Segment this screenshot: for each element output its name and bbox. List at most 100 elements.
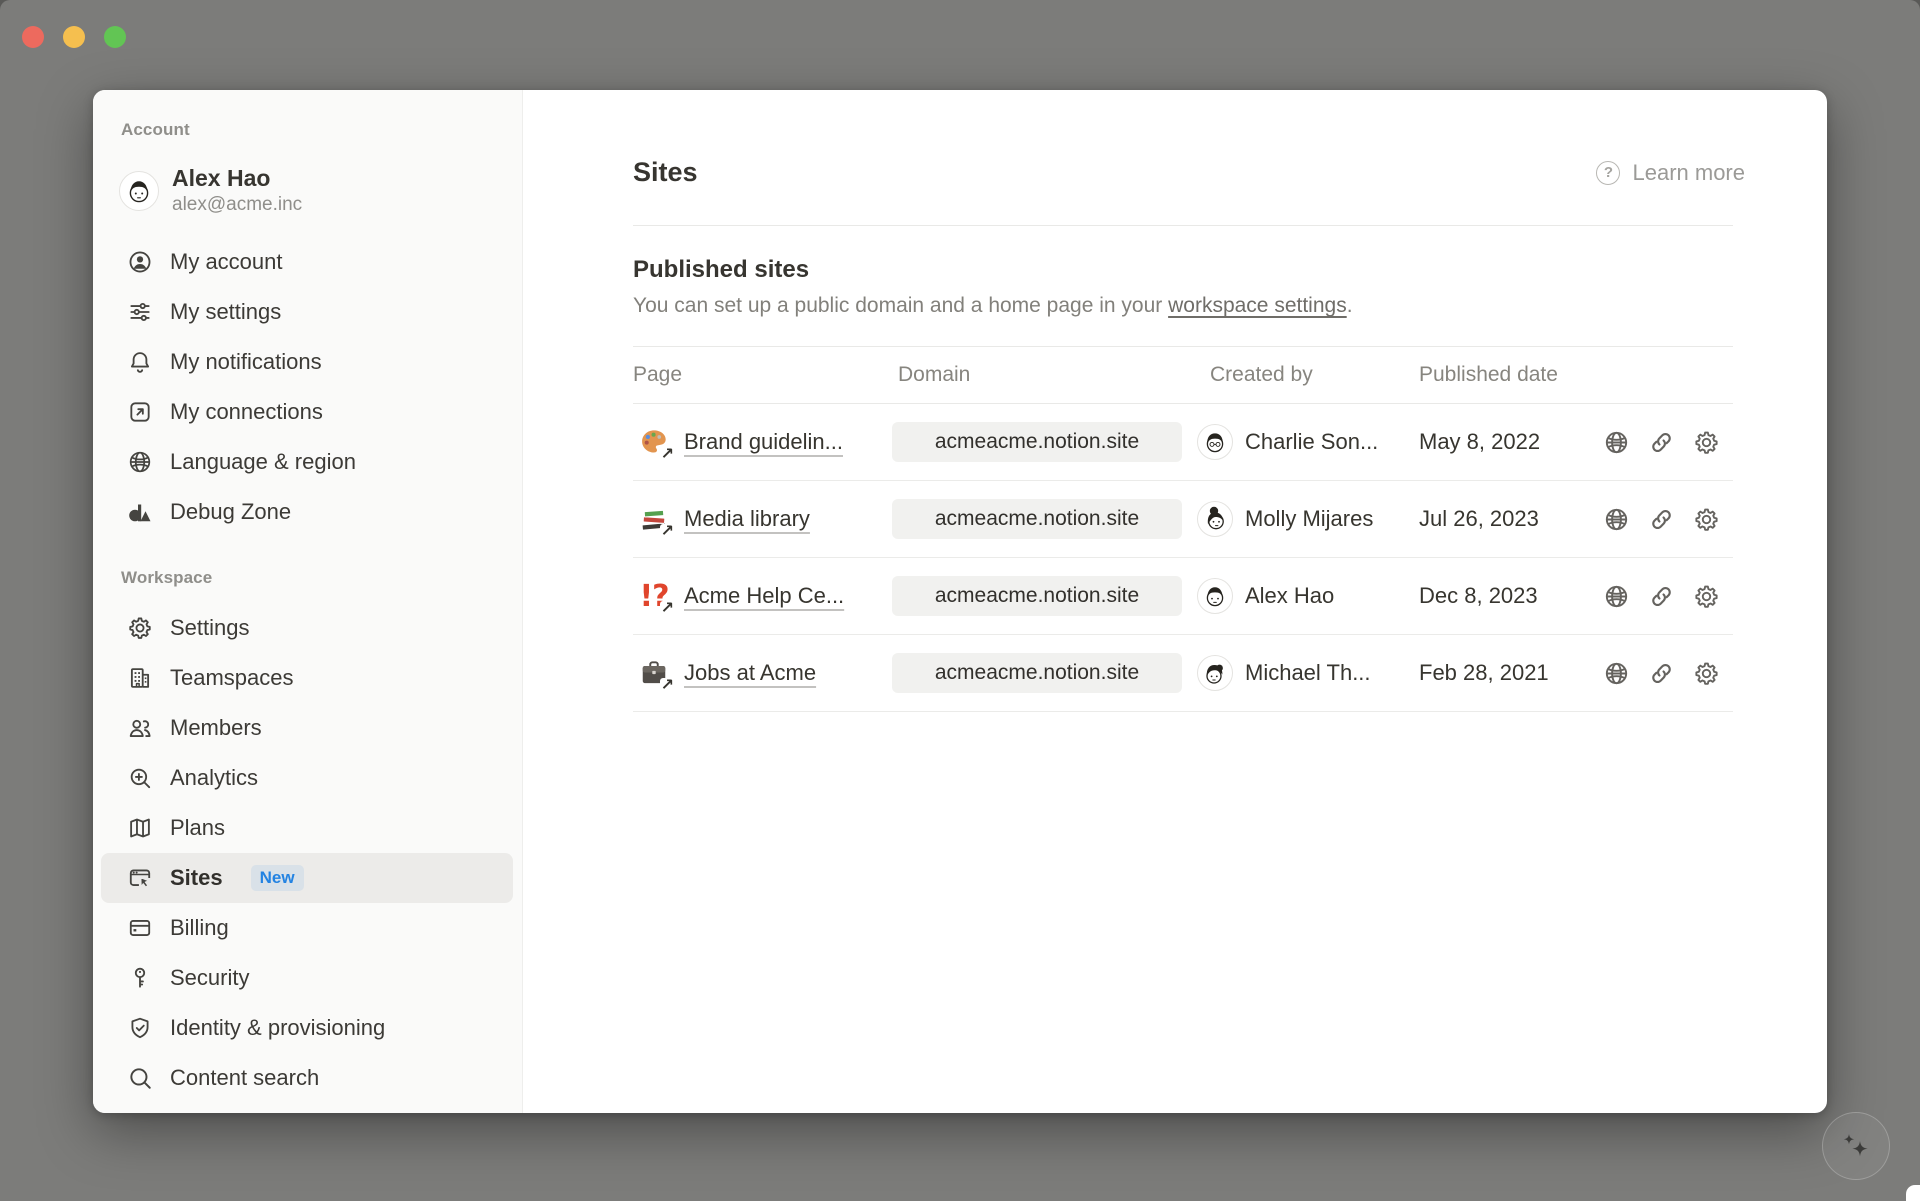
sidebar-item-content-search[interactable]: Content search xyxy=(101,1053,513,1103)
column-header-domain: Domain xyxy=(892,363,1197,387)
sidebar-item-settings[interactable]: Settings xyxy=(101,603,513,653)
gear-icon[interactable] xyxy=(1693,429,1720,456)
sidebar-item-label: My settings xyxy=(170,299,281,325)
people-icon xyxy=(127,715,153,741)
profile-row[interactable]: Alex Hao alex@acme.inc xyxy=(101,157,513,224)
link-icon[interactable] xyxy=(1648,583,1675,610)
table-row: ↗ Jobs at Acme acmeacme.notion.site xyxy=(633,635,1733,712)
sidebar-item-plans[interactable]: Plans xyxy=(101,803,513,853)
divider xyxy=(633,225,1733,226)
learn-more-link[interactable]: ? Learn more xyxy=(1596,160,1745,186)
created-by-name: Alex Hao xyxy=(1245,583,1334,609)
avatar xyxy=(1197,501,1233,537)
domain-pill: acmeacme.notion.site xyxy=(892,653,1182,693)
workspace-settings-link[interactable]: workspace settings xyxy=(1168,294,1347,317)
table-row: ↗ Brand guidelin... acmeacme.notion.site xyxy=(633,404,1733,481)
page-link[interactable]: Jobs at Acme xyxy=(684,660,816,686)
globe-icon[interactable] xyxy=(1603,583,1630,610)
app-window: Account Alex Hao alex@acme.inc xyxy=(0,0,1920,1201)
created-by-name: Molly Mijares xyxy=(1245,506,1373,532)
credit-card-icon xyxy=(127,915,153,941)
sites-panel: Sites ? Learn more Published sites You c… xyxy=(523,90,1827,1113)
page-link[interactable]: Acme Help Ce... xyxy=(684,583,844,609)
magnifier-plus-icon xyxy=(127,765,153,791)
sidebar-item-label: Debug Zone xyxy=(170,499,291,525)
external-arrow-icon: ↗ xyxy=(660,447,675,463)
gear-icon[interactable] xyxy=(1693,583,1720,610)
settings-sidebar: Account Alex Hao alex@acme.inc xyxy=(93,90,523,1113)
sidebar-item-my-settings[interactable]: My settings xyxy=(101,287,513,337)
sliders-icon xyxy=(127,299,153,325)
globe-icon[interactable] xyxy=(1603,506,1630,533)
column-header-page: Page xyxy=(633,363,892,387)
magnifier-icon xyxy=(127,1065,153,1091)
sidebar-item-sites[interactable]: Sites New xyxy=(101,853,513,903)
sidebar-item-my-connections[interactable]: My connections xyxy=(101,387,513,437)
page-link[interactable]: Brand guidelin... xyxy=(684,429,843,455)
external-arrow-icon: ↗ xyxy=(660,678,675,694)
bell-icon xyxy=(127,349,153,375)
sidebar-item-label: Identity & provisioning xyxy=(170,1015,385,1041)
sidebar-item-label: Settings xyxy=(170,615,250,641)
gear-icon[interactable] xyxy=(1693,506,1720,533)
sidebar-item-my-notifications[interactable]: My notifications xyxy=(101,337,513,387)
arrow-up-right-square-icon xyxy=(127,399,153,425)
minimize-window-icon[interactable] xyxy=(63,26,85,48)
sidebar-item-label: My account xyxy=(170,249,283,275)
shield-check-icon xyxy=(127,1015,153,1041)
column-header-published-date: Published date xyxy=(1419,363,1603,387)
palette-icon: ↗ xyxy=(637,425,671,459)
external-arrow-icon: ↗ xyxy=(660,601,675,617)
books-icon: ↗ xyxy=(637,502,671,536)
help-icon: ? xyxy=(1596,161,1620,185)
published-date: Feb 28, 2021 xyxy=(1419,660,1603,686)
sidebar-item-analytics[interactable]: Analytics xyxy=(101,753,513,803)
domain-pill: acmeacme.notion.site xyxy=(892,422,1182,462)
sidebar-item-my-account[interactable]: My account xyxy=(101,237,513,287)
sidebar-item-label: Billing xyxy=(170,915,229,941)
domain-pill: acmeacme.notion.site xyxy=(892,576,1182,616)
published-sites-description: You can set up a public domain and a hom… xyxy=(633,294,1827,318)
table-row: ↗ Media library acmeacme.notion.site xyxy=(633,481,1733,558)
link-icon[interactable] xyxy=(1648,429,1675,456)
link-icon[interactable] xyxy=(1648,506,1675,533)
sidebar-item-identity-provisioning[interactable]: Identity & provisioning xyxy=(101,1003,513,1053)
sidebar-item-label: Analytics xyxy=(170,765,258,791)
profile-email: alex@acme.inc xyxy=(172,194,302,216)
sidebar-item-label: Sites xyxy=(170,865,223,891)
sidebar-item-debug-zone[interactable]: Debug Zone xyxy=(101,487,513,537)
globe-icon[interactable] xyxy=(1603,660,1630,687)
browser-cursor-icon xyxy=(127,865,153,891)
new-badge: New xyxy=(251,865,304,891)
zoom-window-icon[interactable] xyxy=(104,26,126,48)
sidebar-item-security[interactable]: Security xyxy=(101,953,513,1003)
table-row: !? ↗ Acme Help Ce... acmeacme.notion.sit… xyxy=(633,558,1733,635)
page-link[interactable]: Media library xyxy=(684,506,810,532)
workspace-section-label: Workspace xyxy=(121,568,522,588)
description-period: . xyxy=(1347,294,1353,317)
link-icon[interactable] xyxy=(1648,660,1675,687)
table-header-row: Page Domain Created by Published date xyxy=(633,346,1733,404)
sidebar-item-label: Language & region xyxy=(170,449,356,475)
account-section-label: Account xyxy=(121,120,522,140)
sidebar-item-label: Members xyxy=(170,715,262,741)
sidebar-item-teamspaces[interactable]: Teamspaces xyxy=(101,653,513,703)
close-window-icon[interactable] xyxy=(22,26,44,48)
avatar xyxy=(119,171,159,211)
avatar xyxy=(1197,655,1233,691)
published-sites-table: Page Domain Created by Published date xyxy=(633,346,1733,712)
interrobang-icon: !? ↗ xyxy=(637,579,671,613)
settings-dialog: Account Alex Hao alex@acme.inc xyxy=(93,90,1827,1113)
gear-icon[interactable] xyxy=(1693,660,1720,687)
sidebar-item-members[interactable]: Members xyxy=(101,703,513,753)
map-icon xyxy=(127,815,153,841)
globe-icon[interactable] xyxy=(1603,429,1630,456)
sidebar-item-language-region[interactable]: Language & region xyxy=(101,437,513,487)
sidebar-item-label: Plans xyxy=(170,815,225,841)
published-date: Dec 8, 2023 xyxy=(1419,583,1603,609)
globe-icon xyxy=(127,449,153,475)
sidebar-item-billing[interactable]: Billing xyxy=(101,903,513,953)
sparkles-icon xyxy=(1838,1128,1874,1164)
ai-assistant-button[interactable] xyxy=(1822,1112,1890,1180)
account-nav: My account My settings My notifications xyxy=(93,237,522,537)
